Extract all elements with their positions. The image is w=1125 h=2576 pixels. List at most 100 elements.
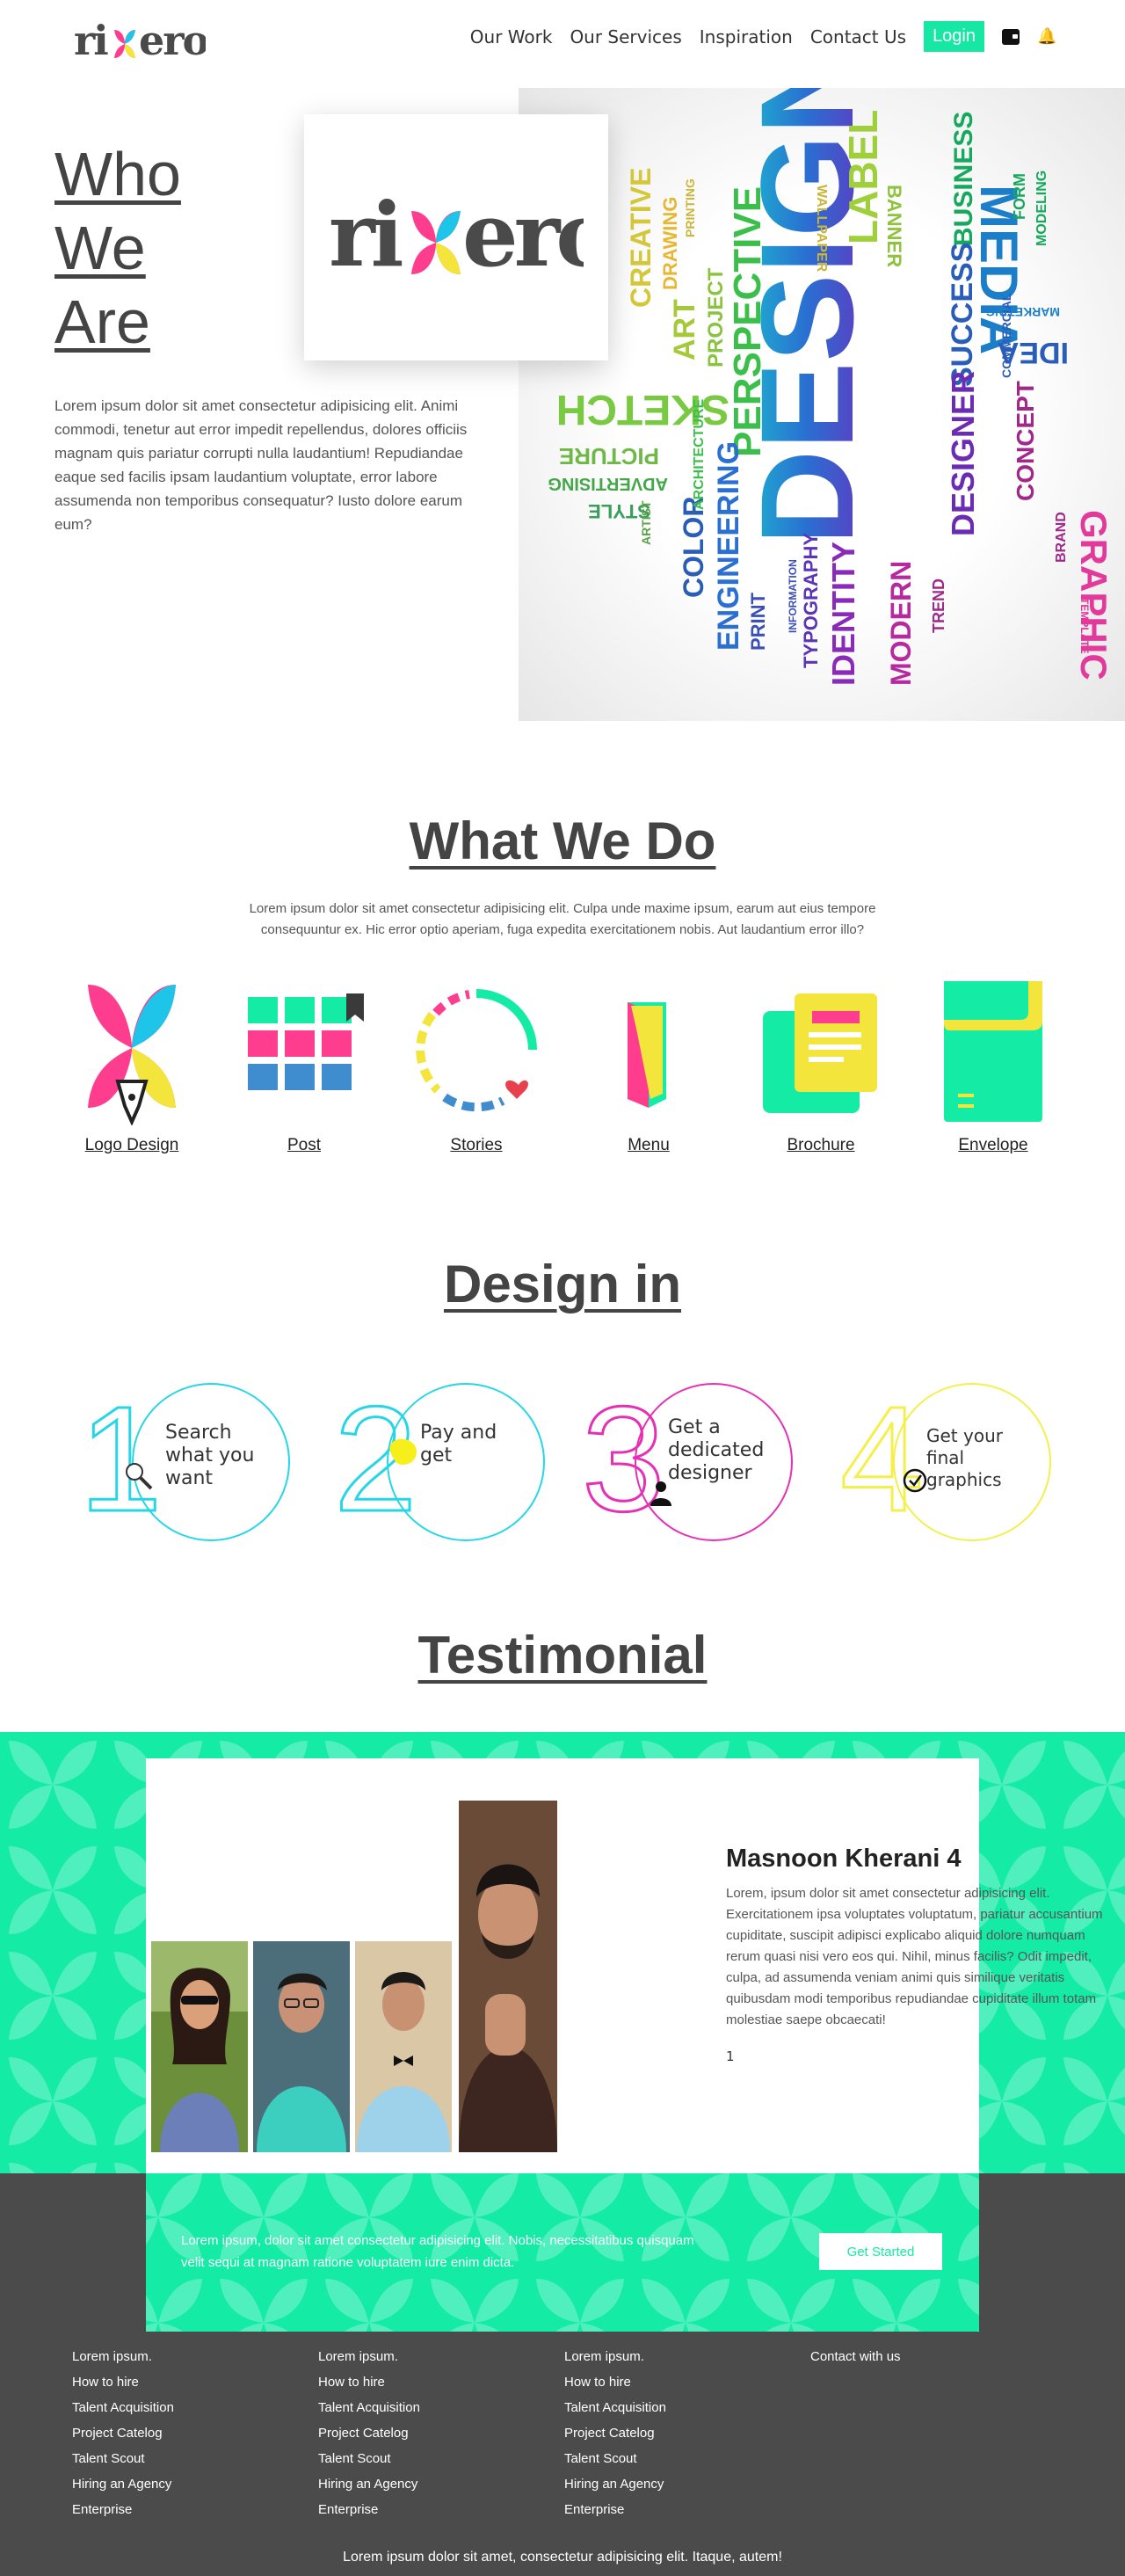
step-4: 4 Get your final graphics — [839, 1376, 1051, 1552]
cloud-word: ENGINEERING — [712, 441, 745, 651]
nav-our-services[interactable]: Our Services — [570, 26, 681, 47]
cloud-word: PRINTING — [683, 178, 697, 237]
testimonial-index: 1 — [726, 2048, 735, 2064]
footer-columns: Lorem ipsum. How to hire Talent Acquisit… — [72, 2349, 1056, 2518]
footer-link[interactable]: Talent Acquisition — [564, 2400, 810, 2416]
testimonial-avatar[interactable] — [253, 1941, 350, 2152]
menu-fold-icon — [578, 976, 719, 1125]
footer-link[interactable]: Enterprise — [72, 2502, 318, 2518]
footer-link[interactable]: Project Catelog — [72, 2426, 318, 2441]
cloud-word: PRINT — [747, 592, 769, 651]
step-text: Pay and get — [420, 1422, 497, 1466]
footer: Lorem ipsum, dolor sit amet consectetur … — [0, 2173, 1125, 2576]
footer-link[interactable]: Talent Acquisition — [318, 2400, 564, 2416]
cloud-word: INFORMATION — [787, 559, 799, 633]
cloud-word: IDENTITY — [825, 542, 861, 686]
footer-link[interactable]: Hiring an Agency — [564, 2477, 810, 2492]
service-label[interactable]: Post — [287, 1136, 321, 1155]
step-text: Search what you want — [165, 1422, 255, 1489]
step-3: 3 Get a dedicated designer — [581, 1376, 793, 1552]
services-list: Logo Design Post Stories Menu Brochure E… — [53, 976, 1072, 1155]
testimonial-title: Testimonial — [417, 1626, 708, 1685]
footer-column: Lorem ipsum. How to hire Talent Acquisit… — [318, 2349, 564, 2518]
svg-text:ri: ri — [74, 17, 108, 64]
nav-inspiration[interactable]: Inspiration — [700, 26, 793, 47]
footer-link[interactable]: How to hire — [72, 2375, 318, 2390]
svg-text:ri: ri — [329, 185, 403, 287]
hero-title: Who We Are — [54, 137, 230, 359]
hero-title-line: Are — [54, 287, 150, 356]
cloud-word: WALLPAPER — [814, 185, 829, 273]
service-post[interactable]: Post — [225, 976, 383, 1155]
cloud-word: DESIGNER — [945, 371, 981, 536]
footer-link[interactable]: How to hire — [318, 2375, 564, 2390]
stories-ring-icon — [406, 976, 547, 1125]
footer-link[interactable]: Talent Scout — [564, 2451, 810, 2467]
footer-link[interactable]: Hiring an Agency — [318, 2477, 564, 2492]
service-label[interactable]: Stories — [450, 1136, 502, 1155]
cloud-word: MODERN — [885, 561, 917, 686]
brochure-icon — [751, 976, 891, 1125]
rixero-logo: ri ero — [329, 185, 584, 287]
footer-link[interactable]: Lorem ipsum. — [318, 2349, 564, 2365]
footer-link[interactable]: Hiring an Agency — [72, 2477, 318, 2492]
service-logo-design[interactable]: Logo Design — [53, 976, 211, 1155]
top-navbar: ri ero Our Work Our Services Inspiration… — [0, 0, 1125, 79]
service-label[interactable]: Menu — [628, 1136, 670, 1155]
step-number: 3 — [581, 1376, 667, 1543]
cloud-word: TREND — [930, 579, 947, 633]
cloud-word: COLOR — [678, 496, 709, 598]
testimonial-avatar[interactable] — [151, 1941, 248, 2152]
cloud-word: ARCHITECTURE — [692, 398, 707, 510]
cta-banner: Lorem ipsum, dolor sit amet consectetur … — [146, 2173, 979, 2332]
check-circle-icon — [903, 1468, 927, 1493]
grid-post-icon — [234, 976, 374, 1125]
nav-contact-us[interactable]: Contact Us — [810, 26, 906, 47]
cta-text: Lorem ipsum, dolor sit amet consectetur … — [181, 2233, 694, 2270]
cloud-word: SUCCESS — [946, 243, 979, 387]
cloud-word: DRAWING — [659, 197, 681, 290]
footer-link[interactable]: Enterprise — [564, 2502, 810, 2518]
contact-with-us-link[interactable]: Contact with us — [810, 2349, 1056, 2365]
hero-title-line: Who — [54, 140, 181, 208]
service-brochure[interactable]: Brochure — [742, 976, 900, 1155]
login-button[interactable]: Login — [924, 21, 984, 52]
cloud-word: TYPOGRAPHY — [800, 533, 822, 668]
service-stories[interactable]: Stories — [397, 976, 555, 1155]
site-logo[interactable]: ri ero — [74, 16, 210, 76]
testimonial-avatar[interactable] — [355, 1941, 452, 2152]
cloud-word: BUSINESS — [949, 112, 978, 246]
cloud-word: CONCEPT — [1012, 381, 1039, 501]
cloud-word: MARKETING — [985, 305, 1060, 319]
wallet-icon[interactable] — [1002, 28, 1020, 45]
footer-link[interactable]: How to hire — [564, 2375, 810, 2390]
footer-link[interactable]: Talent Scout — [72, 2451, 318, 2467]
service-label[interactable]: Envelope — [958, 1136, 1027, 1155]
step-text: Get your final graphics — [926, 1425, 1003, 1490]
cloud-word: FORM — [1011, 173, 1028, 220]
footer-link[interactable]: Talent Scout — [318, 2451, 564, 2467]
design-word-cloud-image: DESIGN PERSPECTIVE SKETCH LABEL MEDIA BU… — [519, 88, 1125, 721]
service-label[interactable]: Brochure — [787, 1136, 854, 1155]
cloud-word: CREATIVE — [625, 168, 657, 308]
design-in-title: Design in — [443, 1255, 682, 1313]
svg-text:ero: ero — [139, 17, 206, 64]
cloud-word: BANNER — [883, 185, 905, 267]
nav-our-work[interactable]: Our Work — [470, 26, 553, 47]
footer-link[interactable]: Lorem ipsum. — [72, 2349, 318, 2365]
coin-blob-icon — [389, 1438, 417, 1466]
footer-link[interactable]: Lorem ipsum. — [564, 2349, 810, 2365]
footer-link[interactable]: Talent Acquisition — [72, 2400, 318, 2416]
footer-link[interactable]: Project Catelog — [564, 2426, 810, 2441]
testimonial-avatar-active[interactable] — [459, 1801, 557, 2152]
service-envelope[interactable]: Envelope — [914, 976, 1072, 1155]
footer-link[interactable]: Project Catelog — [318, 2426, 564, 2441]
cloud-word: ARTIST — [639, 500, 653, 545]
service-menu[interactable]: Menu — [570, 976, 728, 1155]
bell-icon[interactable]: 🔔 — [1037, 27, 1056, 46]
cloud-word: TEMPLATE — [1078, 598, 1091, 654]
footer-link[interactable]: Enterprise — [318, 2502, 564, 2518]
service-label[interactable]: Logo Design — [85, 1136, 179, 1155]
design-steps: 1 Search what you want 2 Pay and get 3 G… — [78, 1376, 1051, 1552]
get-started-button[interactable]: Get Started — [819, 2233, 942, 2270]
